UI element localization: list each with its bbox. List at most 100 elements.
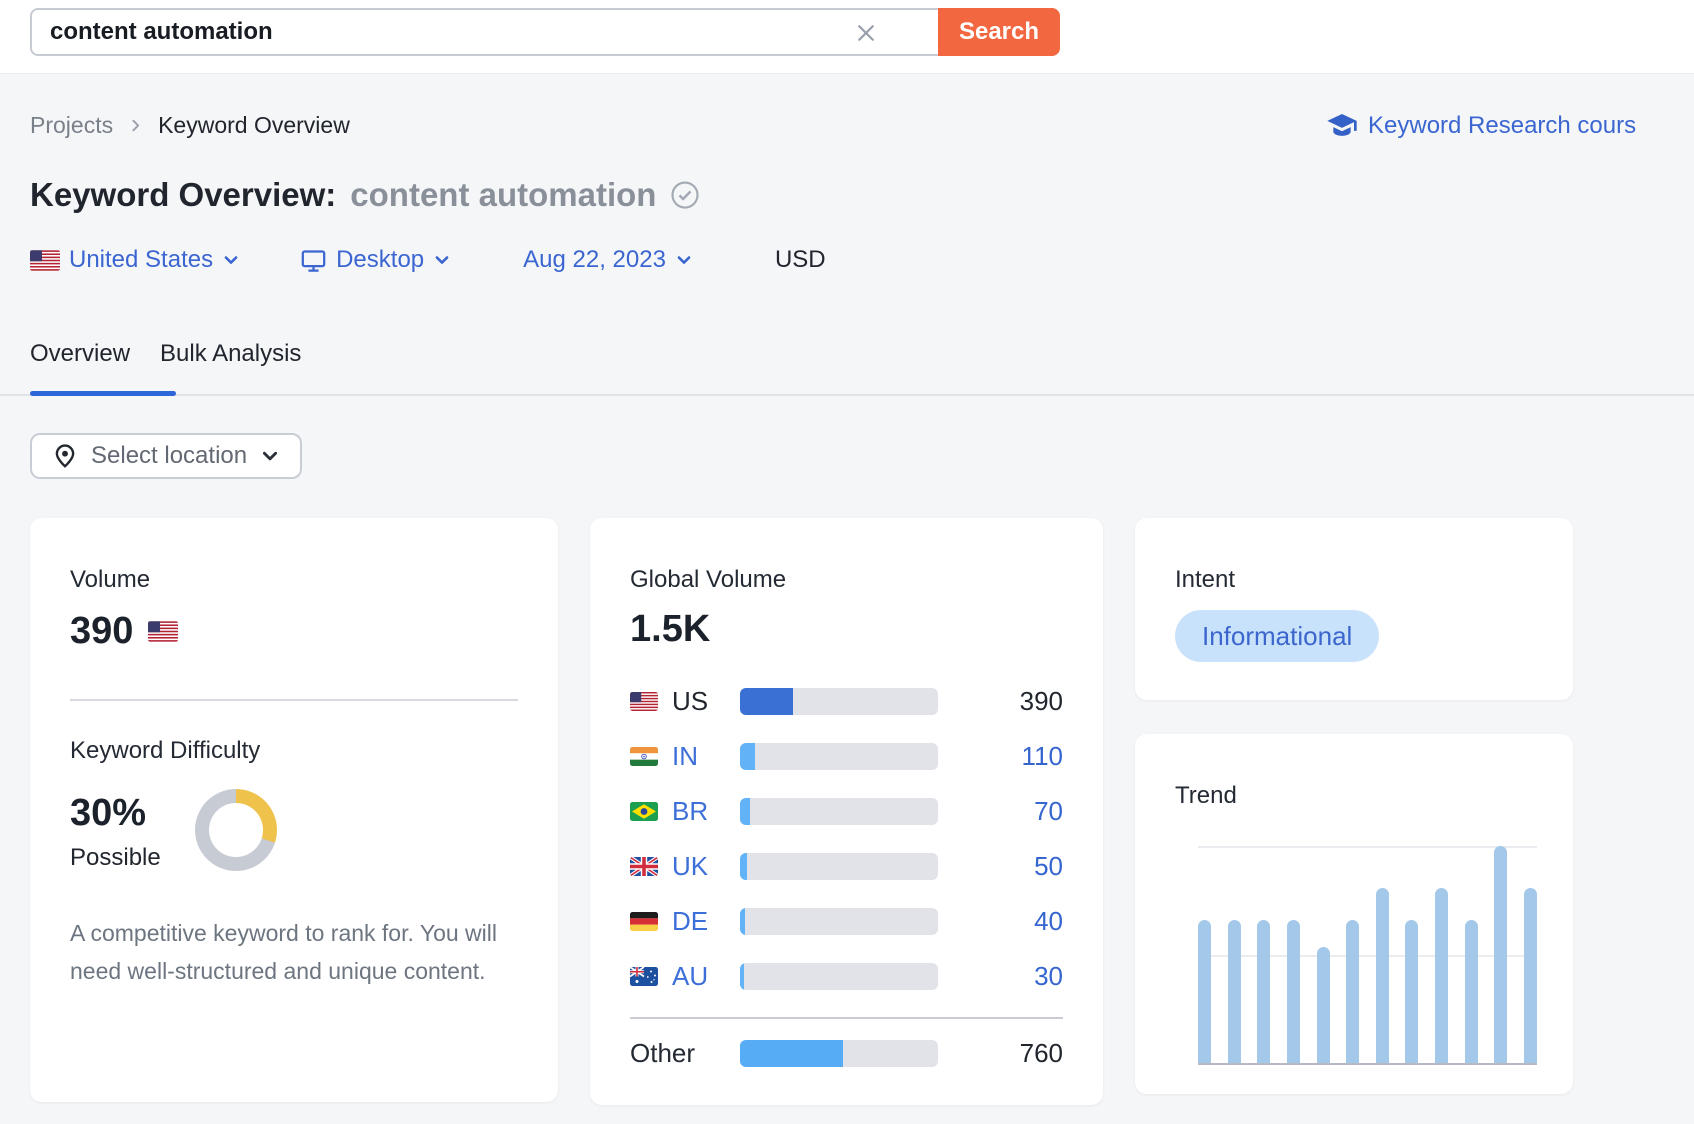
trend-bar xyxy=(1464,920,1478,1065)
country-volume: 30 xyxy=(1034,960,1063,991)
trend-bar xyxy=(1405,920,1419,1065)
metrics-cards: Volume 390 Keyword Difficulty 30% Possib… xyxy=(30,518,1573,1105)
country-volume: 50 xyxy=(1034,850,1063,881)
global-volume-total: 1.5K xyxy=(630,608,711,650)
country-volume: 110 xyxy=(1021,740,1063,771)
global-volume-row[interactable]: US 390 xyxy=(630,685,1063,716)
breadcrumb-current: Keyword Overview xyxy=(158,112,350,138)
map-pin-icon xyxy=(52,443,78,469)
active-tab-underline xyxy=(30,391,176,396)
keyword-difficulty-value: 30% xyxy=(70,792,147,834)
global-volume-row[interactable]: DE 40 xyxy=(630,905,1063,936)
trend-bar xyxy=(1494,846,1508,1065)
volume-bar xyxy=(740,742,938,770)
country-code: BR xyxy=(672,795,709,826)
date-filter[interactable]: Aug 22, 2023 xyxy=(523,246,693,274)
global-volume-row[interactable]: BR 70 xyxy=(630,795,1063,826)
chevron-right-icon xyxy=(127,117,144,134)
global-volume-row[interactable]: AU 30 xyxy=(630,960,1063,991)
global-volume-other-row: Other 760 xyxy=(630,1037,1063,1068)
page-title-prefix: Keyword Overview: xyxy=(30,176,337,213)
volume-card: Volume 390 Keyword Difficulty 30% Possib… xyxy=(30,518,558,1102)
country-volume: 40 xyxy=(1034,905,1063,936)
volume-bar xyxy=(740,962,938,990)
monitor-icon xyxy=(300,247,327,274)
tabs-divider xyxy=(0,394,1694,396)
topbar: Search xyxy=(0,0,1694,74)
country-filter[interactable]: United States xyxy=(30,246,240,274)
trend-bar xyxy=(1316,947,1330,1065)
breadcrumb-projects[interactable]: Projects xyxy=(30,112,113,139)
date-filter-label: Aug 22, 2023 xyxy=(523,246,666,273)
country-volume: 390 xyxy=(1019,685,1063,716)
page-title: Keyword Overview: content automation xyxy=(30,176,700,214)
clear-search-button[interactable] xyxy=(852,19,880,47)
location-selector-label: Select location xyxy=(91,442,248,469)
global-volume-label: Global Volume xyxy=(630,566,787,593)
tabs: Overview Bulk Analysis xyxy=(30,340,301,368)
country-code: DE xyxy=(672,905,709,936)
keyword-difficulty-description: A competitive keyword to rank for. You w… xyxy=(70,920,497,984)
location-selector[interactable]: Select location xyxy=(30,433,303,479)
keyword-difficulty-qualifier: Possible xyxy=(70,844,161,871)
volume-bar xyxy=(740,852,938,880)
country-code: US xyxy=(672,685,709,716)
trend-bar xyxy=(1227,920,1241,1065)
br-flag-icon xyxy=(630,801,658,821)
trend-bar xyxy=(1435,888,1448,1065)
trend-card: Trend xyxy=(1135,734,1573,1094)
filters-row: United States Desktop Aug 22, 2023 USD xyxy=(30,246,826,274)
tab-overview[interactable]: Overview xyxy=(30,340,130,368)
trend-bar xyxy=(1257,920,1271,1065)
global-volume-rows: US 390 IN 110 BR 70 UK 50 DE 40 AU 30 xyxy=(630,685,1063,991)
search-input[interactable] xyxy=(30,8,938,56)
us-flag-icon xyxy=(630,691,658,711)
difficulty-donut xyxy=(194,789,277,871)
device-filter-label: Desktop xyxy=(336,246,425,273)
check-circle-icon xyxy=(670,180,700,210)
chevron-down-icon xyxy=(433,251,451,269)
chevron-down-icon xyxy=(222,251,240,269)
us-flag-icon xyxy=(30,249,60,271)
search-button[interactable]: Search xyxy=(938,8,1060,56)
volume-bar xyxy=(740,797,938,825)
country-code: UK xyxy=(672,850,709,881)
card-divider xyxy=(630,1017,1063,1019)
country-code: IN xyxy=(672,740,698,771)
de-flag-icon xyxy=(630,911,658,931)
intent-label: Intent xyxy=(1175,566,1236,593)
intent-card: Intent Informational xyxy=(1135,518,1573,700)
uk-flag-icon xyxy=(630,856,658,876)
device-filter[interactable]: Desktop xyxy=(300,246,451,274)
breadcrumb: Projects Keyword Overview xyxy=(30,112,350,139)
trend-bars xyxy=(1198,846,1537,1065)
chart-baseline xyxy=(1198,1063,1537,1065)
keyword-difficulty-label: Keyword Difficulty xyxy=(70,737,261,764)
graduation-cap-icon xyxy=(1326,110,1358,142)
intent-badge: Informational xyxy=(1175,610,1380,662)
trend-bar xyxy=(1346,920,1360,1065)
trend-bar xyxy=(1198,920,1211,1065)
volume-bar xyxy=(740,687,938,715)
country-filter-label: United States xyxy=(69,246,214,273)
other-label: Other xyxy=(630,1037,696,1068)
currency-label: USD xyxy=(774,246,826,273)
volume-label: Volume xyxy=(70,566,151,593)
course-link-label: Keyword Research cours xyxy=(1368,112,1637,139)
country-volume: 70 xyxy=(1034,795,1063,826)
course-link[interactable]: Keyword Research cours xyxy=(1326,110,1636,142)
trend-bar xyxy=(1375,888,1389,1065)
page-title-keyword: content automation xyxy=(350,176,657,213)
volume-bar xyxy=(740,1039,938,1067)
chevron-down-icon xyxy=(675,251,693,269)
right-column: Intent Informational Trend xyxy=(1135,518,1573,1094)
other-volume: 760 xyxy=(1019,1037,1063,1068)
global-volume-row[interactable]: IN 110 xyxy=(630,740,1063,771)
volume-bar xyxy=(740,907,938,935)
x-clear-icon xyxy=(852,19,880,47)
global-volume-card: Global Volume 1.5K US 390 IN 110 BR 70 U… xyxy=(590,518,1103,1105)
global-volume-row[interactable]: UK 50 xyxy=(630,850,1063,881)
in-flag-icon xyxy=(630,746,658,766)
chevron-down-icon xyxy=(260,446,280,466)
tab-bulk-analysis[interactable]: Bulk Analysis xyxy=(160,340,301,368)
